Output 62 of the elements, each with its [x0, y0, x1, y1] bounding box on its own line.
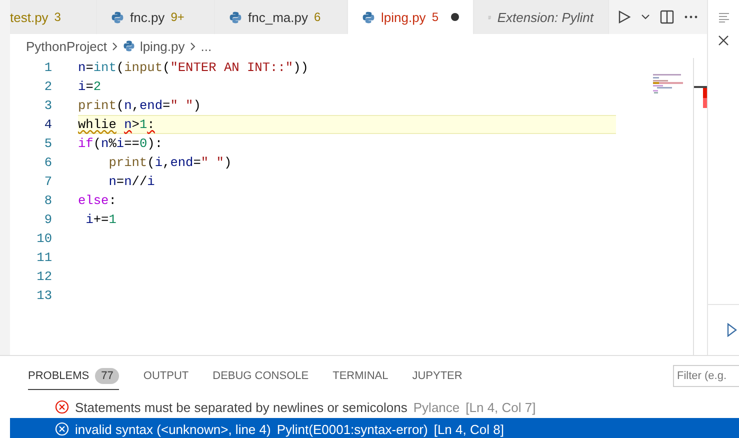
panel-tab[interactable]: JUPYTER — [412, 362, 462, 390]
minimap-drawing — [653, 74, 683, 94]
close-icon[interactable] — [718, 35, 729, 46]
problem-source: Pylint(E0001:syntax-error) — [276, 422, 428, 436]
problem-message: Statements must be separated by newlines or semicolons — [75, 400, 408, 414]
problem-source: Pylance — [413, 400, 460, 414]
panel-tab[interactable]: PROBLEMS 77 — [28, 362, 120, 390]
editor-tab[interactable]: Extension: Pylint — [474, 0, 608, 34]
error-icon — [55, 400, 69, 414]
line-number: 5 — [43, 136, 52, 151]
problem-location: [Ln 4, Col 7] — [466, 400, 536, 414]
code-line: if(n%i==0): — [78, 136, 163, 151]
play-icon[interactable] — [727, 323, 737, 337]
breadcrumb-item[interactable]: lping.py — [140, 38, 185, 54]
python-icon — [122, 40, 135, 52]
code-line: print(n,end=" ") — [78, 98, 201, 113]
line-number: 6 — [43, 155, 52, 170]
run-icon[interactable] — [616, 10, 630, 24]
breadcrumb-item[interactable]: ... — [200, 38, 212, 54]
chevron-down-icon[interactable] — [640, 14, 650, 20]
code-line: print(i,end=" ") — [108, 155, 232, 170]
code-line: i+=1 — [84, 212, 116, 227]
error-marker-drawing — [694, 86, 707, 108]
python-icon — [362, 10, 375, 24]
panel-tab[interactable]: OUTPUT — [143, 362, 189, 390]
code-line: whlie n>1: — [78, 117, 155, 132]
more-icon[interactable] — [684, 15, 698, 19]
problem-row[interactable]: Statements must be separated by newlines or semicolons Pylance [Ln 4, Col 7] — [10, 396, 739, 418]
error-icon — [55, 422, 69, 436]
split-editor-icon[interactable] — [660, 10, 674, 24]
line-number: 4 — [43, 117, 52, 132]
code-line: n=int(input("ENTER AN INT::")) — [78, 60, 308, 75]
lines-icon — [718, 12, 730, 23]
code-line: i=2 — [78, 79, 102, 94]
chevron-right-icon — [112, 42, 118, 50]
line-number: 7 — [43, 174, 52, 189]
line-number: 9 — [43, 212, 52, 227]
problem-row[interactable]: invalid syntax (<unknown>, line 4) Pylint(E0001:syntax-error) [Ln 4, Col 8] — [10, 418, 739, 438]
code-line: n=n//i — [108, 174, 155, 189]
chevron-right-icon — [190, 42, 196, 50]
code-line: else: — [78, 193, 116, 208]
line-number: 13 — [36, 288, 52, 303]
panel-tab[interactable]: DEBUG CONSOLE — [212, 362, 309, 390]
editor-tab[interactable]: test.py 3 — [10, 0, 97, 34]
line-number: 10 — [36, 231, 52, 246]
line-number: 3 — [43, 98, 52, 113]
line-number: 2 — [43, 79, 52, 94]
line-number: 8 — [43, 193, 52, 208]
problem-message: invalid syntax (<unknown>, line 4) — [75, 422, 271, 436]
editor-tab[interactable]: lping.py 5 — [348, 0, 474, 34]
python-icon — [229, 10, 242, 24]
python-icon — [111, 10, 124, 24]
filter-field[interactable]: Filter (e.g. — [673, 365, 739, 387]
problem-location: [Ln 4, Col 8] — [434, 422, 504, 436]
breadcrumb-item[interactable]: PythonProject — [26, 38, 107, 54]
editor-tab[interactable]: fnc.py 9+ — [97, 0, 215, 34]
line-number: 1 — [43, 60, 52, 75]
line-number: 11 — [36, 250, 52, 265]
panel-tab[interactable]: TERMINAL — [332, 362, 388, 390]
editor-tab[interactable]: fnc_ma.py 6 — [215, 0, 348, 34]
line-number: 12 — [36, 269, 52, 284]
unsaved-dot — [450, 13, 458, 21]
